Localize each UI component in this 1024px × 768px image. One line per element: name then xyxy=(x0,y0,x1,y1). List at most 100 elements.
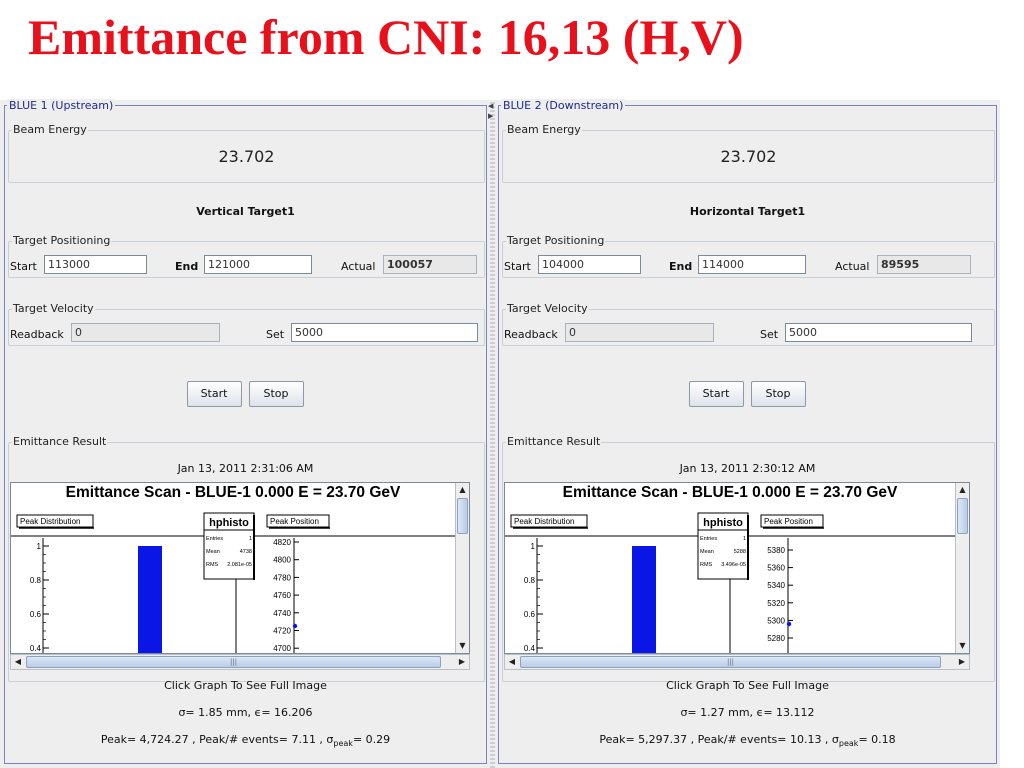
peak-distribution-bar xyxy=(138,546,162,653)
peak-summary-text: Peak= 4,724.27 , Peak/# events= 7.11 , σ… xyxy=(5,733,486,748)
peak-position-label-box: Peak Position xyxy=(760,514,824,529)
beam-energy-label: Beam Energy xyxy=(506,123,582,136)
end-position-input[interactable] xyxy=(698,255,806,274)
stats-value: 3.496e-05 xyxy=(721,562,746,568)
stats-value: 4738 xyxy=(240,549,252,555)
start-position-label: Start xyxy=(504,260,531,273)
right-y-tick-label: 4700 xyxy=(273,644,291,653)
peak-distribution-label: Peak Distribution xyxy=(20,517,80,526)
peak-position-label-box: Peak Position xyxy=(266,514,330,529)
scroll-left-icon[interactable]: ◀ xyxy=(11,655,25,669)
left-y-tick-label: 0.4 xyxy=(524,644,536,653)
stats-key: RMS xyxy=(206,562,219,568)
stats-value: 1 xyxy=(743,536,746,542)
start-position-input[interactable] xyxy=(538,255,641,274)
stats-value: 1 xyxy=(249,536,252,542)
panel-splitter[interactable] xyxy=(490,100,495,768)
beam-energy-group: Beam Energy 23.702 xyxy=(8,123,485,183)
peak-rms-value: = 0.18 xyxy=(858,733,896,746)
actual-position-value: 89595 xyxy=(877,255,971,274)
collapse-left-icon[interactable]: ◀ xyxy=(488,102,493,110)
vertical-scroll-thumb[interactable] xyxy=(457,498,468,534)
peak-position-point xyxy=(292,623,298,629)
actual-position-label: Actual xyxy=(835,260,870,273)
peak-position-label: Peak Position xyxy=(764,517,813,526)
right-y-tick-label: 4780 xyxy=(273,573,291,582)
left-y-tick-label: 0.8 xyxy=(30,576,42,585)
right-y-tick-label: 5380 xyxy=(767,546,785,555)
end-position-label: End xyxy=(669,260,693,273)
scroll-down-icon[interactable]: ▼ xyxy=(456,639,469,653)
panel-title: BLUE 1 (Upstream) xyxy=(7,99,116,112)
click-graph-hint: Click Graph To See Full Image xyxy=(666,679,829,692)
click-graph-hint: Click Graph To See Full Image xyxy=(164,679,327,692)
stats-value: 5288 xyxy=(734,549,746,555)
scroll-left-icon[interactable]: ◀ xyxy=(505,655,519,669)
sigma-emittance-text: σ= 1.85 mm, ϵ= 16.206 xyxy=(178,706,313,719)
beam-energy-group: Beam Energy 23.702 xyxy=(502,123,995,183)
plot-horizontal-scrollbar[interactable]: ◀ ||| ▶ xyxy=(10,654,470,670)
target-positioning-label: Target Positioning xyxy=(506,234,606,247)
left-y-tick-label: 0.6 xyxy=(30,610,42,619)
peak-distribution-label: Peak Distribution xyxy=(514,517,574,526)
readback-label: Readback xyxy=(504,328,558,341)
stats-key: Mean xyxy=(700,549,714,555)
stats-title: hphisto xyxy=(209,517,249,529)
vertical-scroll-thumb[interactable] xyxy=(957,498,968,534)
emittance-plot[interactable]: Emittance Scan - BLUE-1 0.000 E = 23.70 … xyxy=(10,482,470,654)
slide-title: Emittance from CNI: 16,13 (H,V) xyxy=(28,9,744,65)
peak-distribution-label-box: Peak Distribution xyxy=(510,514,588,529)
stop-button[interactable]: Stop xyxy=(750,381,806,407)
peak-distribution-bar xyxy=(632,546,656,653)
sigma-emittance-text: σ= 1.27 mm, ϵ= 13.112 xyxy=(680,706,815,719)
right-y-tick-label: 5300 xyxy=(767,616,785,625)
set-velocity-input[interactable] xyxy=(785,323,972,342)
right-y-tick-label: 4720 xyxy=(273,627,291,636)
left-y-tick-label: 0.6 xyxy=(524,610,536,619)
peak-summary-text: Peak= 5,297.37 , Peak/# events= 10.13 , … xyxy=(499,733,996,748)
start-button[interactable]: Start xyxy=(186,381,242,407)
horizontal-scroll-thumb[interactable]: ||| xyxy=(520,656,941,668)
horizontal-scroll-thumb[interactable]: ||| xyxy=(26,656,441,668)
plot-vertical-scrollbar[interactable]: ▲ ▼ xyxy=(955,483,969,653)
plot-title: Emittance Scan - BLUE-1 0.000 E = 23.70 … xyxy=(66,484,401,501)
emittance-plot-canvas[interactable]: Emittance Scan - BLUE-1 0.000 E = 23.70 … xyxy=(11,483,455,653)
emittance-result-label: Emittance Result xyxy=(12,435,108,448)
peak-summary-main: Peak= 5,297.37 , Peak/# events= 10.13 , … xyxy=(599,733,839,746)
scroll-down-icon[interactable]: ▼ xyxy=(956,639,969,653)
scroll-up-icon[interactable]: ▲ xyxy=(456,483,469,497)
scroll-right-icon[interactable]: ▶ xyxy=(455,655,469,669)
stop-button[interactable]: Stop xyxy=(248,381,304,407)
left-y-tick-label: 0.4 xyxy=(30,644,42,653)
peak-position-point xyxy=(786,621,792,627)
blue2-panel: BLUE 2 (Downstream) Beam Energy 23.702 H… xyxy=(498,99,997,764)
emittance-result-label: Emittance Result xyxy=(506,435,602,448)
scroll-right-icon[interactable]: ▶ xyxy=(955,655,969,669)
emittance-plot-canvas[interactable]: Emittance Scan - BLUE-1 0.000 E = 23.70 … xyxy=(505,483,955,653)
right-y-tick-label: 4800 xyxy=(273,556,291,565)
blue1-panel: BLUE 1 (Upstream) Beam Energy 23.702 Ver… xyxy=(4,99,487,764)
scroll-up-icon[interactable]: ▲ xyxy=(956,483,969,497)
target-name: Vertical Target1 xyxy=(196,205,295,218)
collapse-right-icon[interactable]: ▶ xyxy=(488,112,493,120)
readback-label: Readback xyxy=(10,328,64,341)
stats-value: 2.081e-05 xyxy=(227,562,252,568)
stats-key: Mean xyxy=(206,549,220,555)
right-y-tick-label: 4740 xyxy=(273,609,291,618)
end-position-input[interactable] xyxy=(204,255,312,274)
set-velocity-input[interactable] xyxy=(291,323,478,342)
plot-horizontal-scrollbar[interactable]: ◀ ||| ▶ xyxy=(504,654,970,670)
set-velocity-label: Set xyxy=(760,328,779,341)
right-y-tick-label: 5360 xyxy=(767,564,785,573)
actual-position-value: 100057 xyxy=(383,255,477,274)
result-timestamp: Jan 13, 2011 2:30:12 AM xyxy=(679,462,816,475)
start-position-input[interactable] xyxy=(44,255,147,274)
readback-value: 0 xyxy=(565,323,714,342)
end-position-label: End xyxy=(175,260,199,273)
stats-key: RMS xyxy=(700,562,713,568)
right-y-tick-label: 5320 xyxy=(767,599,785,608)
emittance-plot[interactable]: Emittance Scan - BLUE-1 0.000 E = 23.70 … xyxy=(504,482,970,654)
emittance-app: ◀ ▶ BLUE 1 (Upstream) Beam Energy 23.702… xyxy=(0,99,1000,768)
plot-vertical-scrollbar[interactable]: ▲ ▼ xyxy=(455,483,469,653)
start-button[interactable]: Start xyxy=(688,381,744,407)
